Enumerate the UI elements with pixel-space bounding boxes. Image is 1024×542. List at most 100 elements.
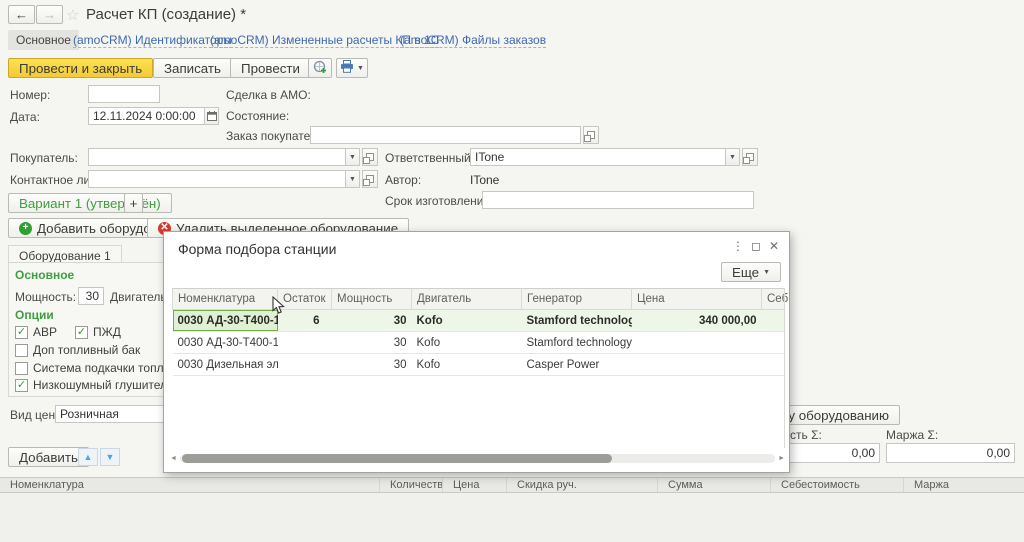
date-label: Дата:	[10, 110, 40, 124]
options-section-header: Опции	[15, 308, 54, 322]
column-header[interactable]: Генератор	[521, 288, 632, 310]
checkmark-icon: ✓	[15, 378, 28, 392]
amo-deal-label: Сделка в АМО:	[226, 88, 311, 102]
author-label: Автор:	[385, 173, 422, 187]
create-based-on-button[interactable]	[308, 58, 332, 78]
column-header[interactable]: Себ	[761, 288, 788, 310]
open-link-icon[interactable]	[742, 148, 758, 166]
favorite-star-icon[interactable]: ☆	[66, 6, 79, 24]
checkbox-fuel-pump-system[interactable]: Система подкачки топлива	[15, 361, 183, 375]
date-input[interactable]: 12.11.2024 0:00:00	[88, 107, 205, 125]
buyer-label: Покупатель:	[10, 151, 78, 165]
mouse-cursor	[272, 295, 285, 318]
chevron-down-icon[interactable]: ▼	[726, 148, 740, 166]
open-link-icon[interactable]	[362, 170, 378, 188]
checkbox-icon	[15, 343, 28, 357]
dialog-title: Форма подбора станции	[178, 241, 337, 257]
forward-button[interactable]: →	[36, 5, 63, 24]
checkbox-icon	[15, 361, 28, 375]
customer-order-input[interactable]	[310, 126, 581, 144]
horizontal-scrollbar[interactable]: ◄ ►	[170, 454, 785, 463]
number-label: Номер:	[10, 88, 51, 102]
post-button[interactable]: Провести	[230, 58, 311, 78]
column-header[interactable]: Сумма	[658, 478, 771, 492]
main-section-header: Основное	[15, 268, 75, 282]
contact-person-input[interactable]	[88, 170, 346, 188]
scroll-right-icon[interactable]: ►	[778, 454, 785, 463]
number-input[interactable]	[88, 85, 160, 103]
column-header[interactable]: Мощность	[331, 288, 412, 310]
move-up-icon[interactable]: ▲	[78, 448, 98, 466]
station-table: Номенклатура Остаток Мощность Двигатель …	[172, 288, 788, 376]
post-and-close-button[interactable]: Провести и закрыть	[8, 58, 154, 78]
responsible-input[interactable]: ITone	[470, 148, 726, 166]
printer-icon	[340, 60, 354, 76]
maximize-icon[interactable]: ◻	[747, 239, 765, 253]
bottom-table-body[interactable]	[0, 493, 1024, 542]
column-header[interactable]: Номенклатура	[0, 478, 380, 492]
more-button-label: Еще	[731, 264, 760, 280]
print-button[interactable]: ▼	[336, 58, 368, 78]
state-label: Состояние:	[226, 109, 290, 123]
tab-amo-identifiers[interactable]: (amoCRM) Идентификаторы	[73, 33, 232, 48]
tab-amo-order-files[interactable]: (amoCRM) Файлы заказов	[400, 33, 547, 48]
column-header[interactable]: Цена	[631, 288, 762, 310]
kebab-menu-icon[interactable]: ⋮	[729, 239, 747, 253]
responsible-label: Ответственный:	[385, 151, 475, 165]
calendar-icon[interactable]	[205, 107, 219, 125]
column-header[interactable]: Цена	[443, 478, 507, 492]
table-row[interactable]: 0030 АД-30-Т400-1Р... 30 Kofo Stamford t…	[172, 331, 785, 354]
station-table-header: Номенклатура Остаток Мощность Двигатель …	[172, 288, 788, 310]
checkbox-pzhd[interactable]: ✓ ПЖД	[75, 325, 121, 339]
column-header[interactable]: Количество	[380, 478, 443, 492]
margin-sum-label: Маржа Σ:	[886, 428, 939, 442]
checkbox-label: Доп топливный бак	[33, 343, 141, 357]
chevron-down-icon[interactable]: ▼	[346, 148, 360, 166]
author-value: ITone	[470, 173, 500, 187]
checkbox-avr[interactable]: ✓ АВР	[15, 325, 57, 339]
variant-1-button[interactable]: Вариант 1 (утверждён)	[8, 193, 172, 213]
cost-sum-label: сть Σ:	[790, 428, 822, 442]
open-link-icon[interactable]	[362, 148, 378, 166]
bottom-table-header: Номенклатура Количество Цена Скидка руч.…	[0, 477, 1024, 493]
chevron-down-icon: ▼	[763, 268, 770, 276]
column-header[interactable]: Двигатель	[411, 288, 522, 310]
chevron-down-icon: ▼	[357, 64, 364, 72]
add-row-button[interactable]: Добавить	[8, 447, 89, 467]
column-header[interactable]: Маржа	[904, 478, 1024, 492]
power-input[interactable]: 30	[78, 287, 104, 305]
globe-plus-icon	[313, 60, 327, 77]
buyer-input[interactable]	[88, 148, 346, 166]
table-right-border	[784, 288, 785, 448]
checkmark-icon: ✓	[15, 325, 28, 339]
margin-sum-value: 0,00	[886, 443, 1015, 463]
scrollbar-thumb[interactable]	[181, 454, 612, 463]
back-button[interactable]: ←	[8, 5, 35, 24]
table-row[interactable]: 0030 Дизельная эле... 30 Kofo Casper Pow…	[172, 353, 785, 376]
scroll-left-icon[interactable]: ◄	[170, 454, 177, 463]
column-header[interactable]: Себестоимость	[771, 478, 904, 492]
checkbox-low-noise-muffler[interactable]: ✓ Низкошумный глушитель	[15, 378, 173, 392]
checkbox-extra-fuel-tank[interactable]: Доп топливный бак	[15, 343, 140, 357]
power-label: Мощность:	[15, 290, 77, 304]
add-variant-button[interactable]: +	[124, 193, 143, 213]
column-header[interactable]: Номенклатура	[172, 288, 278, 310]
plus-circle-icon: +	[19, 221, 32, 235]
lead-time-input[interactable]	[482, 191, 754, 209]
lead-time-label: Срок изготовления:	[385, 194, 494, 208]
column-header[interactable]: Остаток	[277, 288, 332, 310]
checkbox-label: ПЖД	[93, 325, 121, 339]
station-selection-dialog: Форма подбора станции ⋮ ◻ ✕ Еще ▼ Номенк…	[163, 231, 790, 473]
tab-equipment-1[interactable]: Оборудование 1	[8, 245, 122, 263]
open-link-icon[interactable]	[583, 126, 599, 144]
table-row-selected[interactable]: 0030 АД-30-Т400-1Р... 6 30 Kofo Stamford…	[172, 309, 785, 332]
more-button[interactable]: Еще ▼	[720, 262, 781, 282]
tab-main[interactable]: Основное	[8, 30, 79, 50]
close-icon[interactable]: ✕	[765, 239, 783, 253]
move-down-icon[interactable]: ▼	[100, 448, 120, 466]
checkmark-icon: ✓	[75, 325, 88, 339]
column-header[interactable]: Скидка руч.	[507, 478, 658, 492]
save-button[interactable]: Записать	[153, 58, 232, 78]
chevron-down-icon[interactable]: ▼	[346, 170, 360, 188]
price-type-label: Вид цен:	[10, 408, 59, 422]
